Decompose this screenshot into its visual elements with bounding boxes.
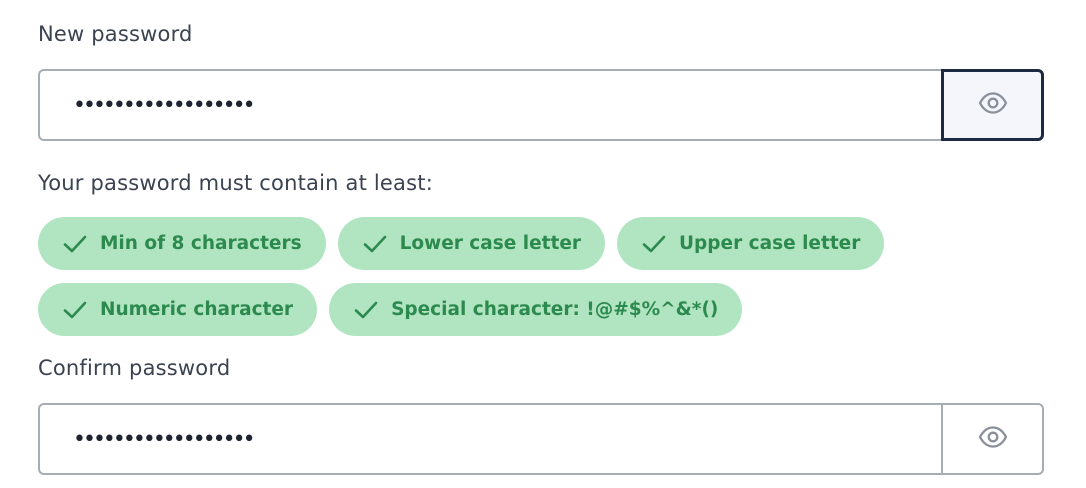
new-password-input[interactable] xyxy=(38,69,941,141)
requirement-label: Lower case letter xyxy=(399,233,582,254)
requirement-chip: Min of 8 characters xyxy=(38,217,326,270)
requirement-label: Numeric character xyxy=(100,299,294,320)
new-password-label: New password xyxy=(38,22,193,46)
requirement-label: Upper case letter xyxy=(679,233,861,254)
toggle-confirm-password-visibility-button[interactable] xyxy=(941,403,1044,475)
confirm-password-group xyxy=(38,403,1044,475)
requirement-label: Min of 8 characters xyxy=(100,233,302,254)
requirement-chip: Upper case letter xyxy=(617,217,885,270)
requirement-chip: Special character: !@#$%^&*() xyxy=(329,283,743,336)
check-icon xyxy=(62,300,88,320)
check-icon xyxy=(353,300,379,320)
confirm-password-label: Confirm password xyxy=(38,356,231,380)
check-icon xyxy=(62,234,88,254)
requirement-label: Special character: !@#$%^&*() xyxy=(391,299,719,320)
password-requirements-title: Your password must contain at least: xyxy=(38,171,433,195)
eye-icon xyxy=(978,92,1008,118)
check-icon xyxy=(641,234,667,254)
new-password-group xyxy=(38,69,1044,141)
check-icon xyxy=(362,234,388,254)
requirement-chip: Lower case letter xyxy=(337,217,606,270)
password-requirements-list: Min of 8 characters Lower case letter Up… xyxy=(38,217,1048,336)
requirement-chip: Numeric character xyxy=(38,283,318,336)
confirm-password-input[interactable] xyxy=(38,403,941,475)
toggle-new-password-visibility-button[interactable] xyxy=(941,69,1044,141)
eye-icon xyxy=(978,426,1008,452)
